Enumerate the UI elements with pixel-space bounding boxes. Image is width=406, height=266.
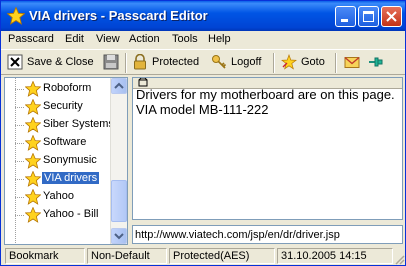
- tree-item[interactable]: Roboform: [5, 80, 113, 98]
- goto-button[interactable]: Goto: [281, 54, 329, 72]
- key-icon: [212, 55, 227, 69]
- save-close-button[interactable]: Save & Close: [7, 54, 95, 72]
- star-icon: [24, 170, 42, 187]
- url-field[interactable]: [132, 225, 403, 244]
- tree-item[interactable]: Yahoo - Bill: [5, 206, 113, 224]
- scroll-thumb[interactable]: [111, 180, 127, 222]
- protected-button[interactable]: Protected: [132, 54, 204, 72]
- status-default: Non-Default: [87, 248, 167, 264]
- star-icon: [24, 206, 42, 223]
- pin-icon: [369, 57, 383, 67]
- toolbar: Save & Close Protected Logoff Goto: [1, 49, 405, 75]
- floppy-disk-icon: [103, 54, 119, 70]
- arrow-down-icon: [114, 233, 124, 240]
- menu-passcard[interactable]: Passcard: [8, 33, 54, 45]
- tree-item-label: Sonymusic: [43, 154, 97, 166]
- status-type: Bookmark: [5, 248, 85, 264]
- close-window-button[interactable]: [381, 6, 402, 27]
- star-icon: [24, 80, 42, 97]
- tree-item-label: Siber Systems: [43, 118, 114, 130]
- star-icon: [24, 152, 42, 169]
- minimize-button[interactable]: [335, 6, 356, 27]
- menu-help[interactable]: Help: [208, 33, 231, 45]
- passcard-tree[interactable]: Roboform Security Siber Systems Software Son…: [4, 77, 128, 245]
- pin-button[interactable]: [367, 54, 383, 72]
- scroll-up-button[interactable]: [111, 78, 127, 94]
- menu-bar: Passcard Edit View Action Tools Help: [1, 31, 405, 49]
- close-x-icon: [7, 54, 23, 70]
- email-button[interactable]: [344, 54, 360, 72]
- resize-grip-icon[interactable]: [393, 253, 405, 265]
- tree-item[interactable]: Sonymusic: [5, 152, 113, 170]
- menu-action[interactable]: Action: [129, 33, 160, 45]
- maximize-button[interactable]: [358, 6, 379, 27]
- tree-item[interactable]: Yahoo: [5, 188, 113, 206]
- passcard-editor-window: VIA drivers - Passcard Editor Passcard E…: [0, 0, 406, 266]
- menu-view[interactable]: View: [96, 33, 120, 45]
- scroll-down-button[interactable]: [111, 228, 127, 244]
- logoff-button[interactable]: Logoff: [211, 54, 267, 72]
- tree-item[interactable]: Security: [5, 98, 113, 116]
- tree-item-label: Roboform: [43, 82, 92, 94]
- tree-item[interactable]: Siber Systems: [5, 116, 114, 134]
- tree-item-label: Yahoo - Bill: [43, 208, 99, 220]
- note-textarea[interactable]: Drivers for my motherboard are on this p…: [132, 77, 403, 220]
- url-input[interactable]: [135, 227, 399, 242]
- toolbar-separator: [273, 53, 275, 73]
- sparkle-star-icon: [281, 54, 297, 70]
- star-icon: [24, 134, 42, 151]
- status-protection: Protected(AES): [169, 248, 275, 264]
- star-icon: [7, 7, 25, 25]
- status-bar: Bookmark Non-Default Protected(AES) 31.1…: [1, 247, 405, 265]
- menu-tools[interactable]: Tools: [172, 33, 198, 45]
- window-title: VIA drivers - Passcard Editor: [29, 8, 208, 23]
- tree-item-label: Yahoo: [43, 190, 74, 202]
- padlock-icon: [134, 54, 146, 70]
- tree-item[interactable]: Software: [5, 134, 113, 152]
- toolbar-separator: [125, 53, 127, 73]
- envelope-icon: [344, 57, 360, 68]
- close-icon: [386, 11, 397, 22]
- tree-item-label: Security: [43, 100, 83, 112]
- star-icon: [24, 116, 42, 133]
- tree-scrollbar[interactable]: [110, 78, 127, 244]
- star-icon: [24, 98, 42, 115]
- menu-edit[interactable]: Edit: [65, 33, 84, 45]
- minimize-icon: [341, 19, 348, 22]
- tree-item-label: Software: [43, 136, 87, 148]
- status-datetime: 31.10.2005 14:15: [277, 248, 393, 264]
- tree-item-label: VIA drivers: [42, 172, 100, 184]
- arrow-up-icon: [114, 82, 124, 89]
- save-button[interactable]: [103, 54, 119, 72]
- star-icon: [24, 188, 42, 205]
- note-text: Drivers for my motherboard are on this p…: [136, 87, 395, 117]
- toolbar-separator: [335, 53, 337, 73]
- tree-item[interactable]: VIA drivers: [5, 170, 113, 188]
- title-bar[interactable]: VIA drivers - Passcard Editor: [1, 1, 405, 31]
- maximize-icon: [363, 11, 374, 22]
- note-tab-icon: [138, 78, 148, 87]
